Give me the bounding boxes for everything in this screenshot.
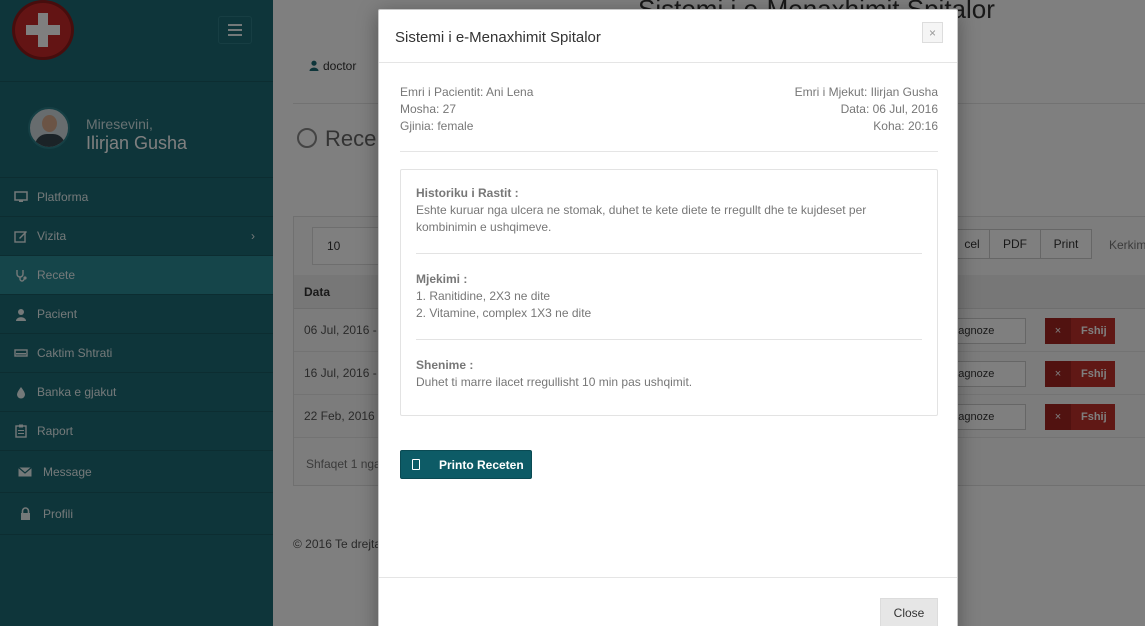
history-text: Eshte kuruar nga ulcera ne stomak, duhet… bbox=[416, 203, 867, 234]
print-prescription-button[interactable]: Printo Receten bbox=[400, 450, 532, 479]
notes-label: Shenime : bbox=[416, 358, 474, 372]
close-icon[interactable]: × bbox=[922, 22, 943, 43]
patient-age: Mosha: 27 bbox=[400, 102, 457, 116]
modal-title: Sistemi i e-Menaxhimit Spitalor bbox=[395, 29, 601, 46]
close-button[interactable]: Close bbox=[880, 598, 938, 626]
document-icon bbox=[401, 459, 431, 470]
treatment-label: Mjekimi : bbox=[416, 272, 468, 286]
treatment-line: 2. Vitamine, complex 1X3 ne dite bbox=[416, 306, 592, 320]
divider bbox=[416, 253, 922, 254]
history-label: Historiku i Rastit : bbox=[416, 186, 519, 200]
modal-header: Sistemi i e-Menaxhimit Spitalor × bbox=[379, 10, 957, 63]
treatment-line: 1. Ranitidine, 2X3 ne dite bbox=[416, 289, 551, 303]
notes-section: Shenime : Duhet ti marre ilacet rregulli… bbox=[416, 357, 924, 391]
prescription-card: Historiku i Rastit : Eshte kuruar nga ul… bbox=[400, 169, 938, 416]
print-prescription-label: Printo Receten bbox=[439, 457, 524, 472]
divider bbox=[400, 151, 938, 152]
divider bbox=[416, 339, 922, 340]
patient-gender: Gjinia: female bbox=[400, 119, 474, 133]
patient-name: Emri i Pacientit: Ani Lena bbox=[400, 85, 534, 99]
visit-time: Koha: 20:16 bbox=[873, 119, 938, 133]
prescription-modal: Sistemi i e-Menaxhimit Spitalor × Emri i… bbox=[378, 9, 958, 626]
visit-date: Data: 06 Jul, 2016 bbox=[840, 102, 938, 116]
treatment-section: Mjekimi : 1. Ranitidine, 2X3 ne dite 2. … bbox=[416, 271, 924, 322]
divider bbox=[379, 577, 957, 578]
notes-text: Duhet ti marre ilacet rregullisht 10 min… bbox=[416, 375, 693, 389]
patient-info: Emri i Pacientit: Ani Lena Mosha: 27 Gji… bbox=[400, 84, 533, 135]
doctor-info: Emri i Mjekut: Ilirjan Gusha Data: 06 Ju… bbox=[699, 84, 938, 135]
history-section: Historiku i Rastit : Eshte kuruar nga ul… bbox=[416, 185, 924, 236]
doctor-name: Emri i Mjekut: Ilirjan Gusha bbox=[794, 85, 938, 99]
